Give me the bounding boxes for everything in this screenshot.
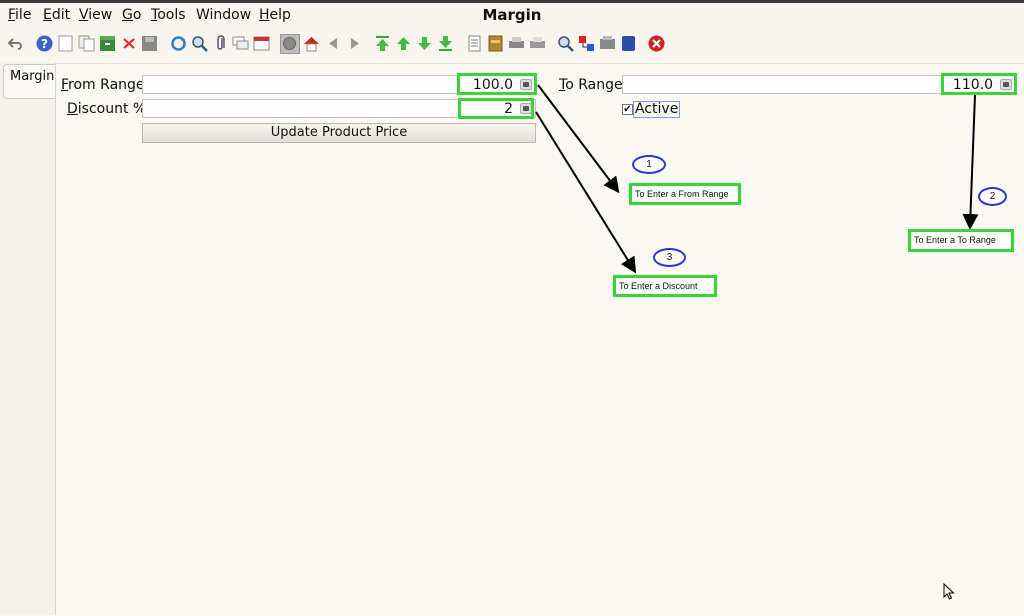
archive-icon[interactable] <box>99 35 116 52</box>
zoom-across-icon[interactable] <box>557 35 574 52</box>
menu-bar: File Edit View Go Tools Window Help Marg… <box>0 3 1024 27</box>
annotation-note-3: To Enter a Discount <box>613 275 717 297</box>
active-label: Active <box>633 101 681 118</box>
active-checkbox[interactable]: ✔ <box>622 104 633 115</box>
product-info-icon[interactable] <box>620 35 637 52</box>
new-record-icon[interactable] <box>57 35 74 52</box>
parent-record-icon[interactable] <box>395 35 412 52</box>
report-icon[interactable] <box>466 35 483 52</box>
workflow-icon[interactable] <box>578 35 595 52</box>
from-range-label: From Range <box>61 77 145 93</box>
annotation-number-2: 2 <box>978 187 1007 206</box>
close-window-icon[interactable] <box>648 35 665 52</box>
window-title: Margin <box>482 6 542 24</box>
mouse-cursor-icon <box>943 583 955 600</box>
discount-label: Discount % <box>67 101 147 117</box>
previous-icon[interactable] <box>325 35 342 52</box>
tab-margin[interactable]: Margin <box>3 64 55 99</box>
history-icon[interactable] <box>280 34 300 54</box>
to-range-highlight <box>941 73 1017 95</box>
help-icon[interactable]: ? <box>36 35 53 52</box>
request-icon[interactable] <box>599 35 616 52</box>
grid-toggle-icon[interactable] <box>253 35 270 52</box>
last-record-icon[interactable] <box>437 35 454 52</box>
next-icon[interactable] <box>346 35 363 52</box>
tab-panel <box>0 63 56 615</box>
detail-record-icon[interactable] <box>416 35 433 52</box>
form-area <box>56 63 1024 616</box>
annotation-note-2: To Enter a To Range <box>908 229 1014 252</box>
toolbar: ? <box>0 31 1024 57</box>
annotation-note-1: To Enter a From Range <box>629 183 741 205</box>
svg-text:?: ? <box>41 37 48 51</box>
archive-doc-icon[interactable] <box>487 35 504 52</box>
home-icon[interactable] <box>303 35 320 52</box>
print-icon[interactable] <box>529 35 546 52</box>
copy-record-icon[interactable] <box>78 35 95 52</box>
undo-icon[interactable] <box>7 35 24 52</box>
refresh-icon[interactable] <box>170 35 187 52</box>
chat-icon[interactable] <box>232 35 249 52</box>
delete-icon[interactable] <box>121 35 138 52</box>
annotation-number-1: 1 <box>632 155 666 174</box>
to-range-label: To Range <box>559 77 623 93</box>
tab-margin-label: Margin <box>10 69 55 84</box>
save-icon[interactable] <box>141 35 158 52</box>
first-record-icon[interactable] <box>374 35 391 52</box>
attachment-icon[interactable] <box>212 35 229 52</box>
annotation-number-3: 3 <box>653 248 686 267</box>
find-icon[interactable] <box>191 35 208 52</box>
discount-highlight <box>458 98 534 119</box>
from-range-highlight <box>457 73 537 95</box>
print-preview-icon[interactable] <box>508 35 525 52</box>
update-product-price-button[interactable]: Update Product Price <box>142 123 536 143</box>
